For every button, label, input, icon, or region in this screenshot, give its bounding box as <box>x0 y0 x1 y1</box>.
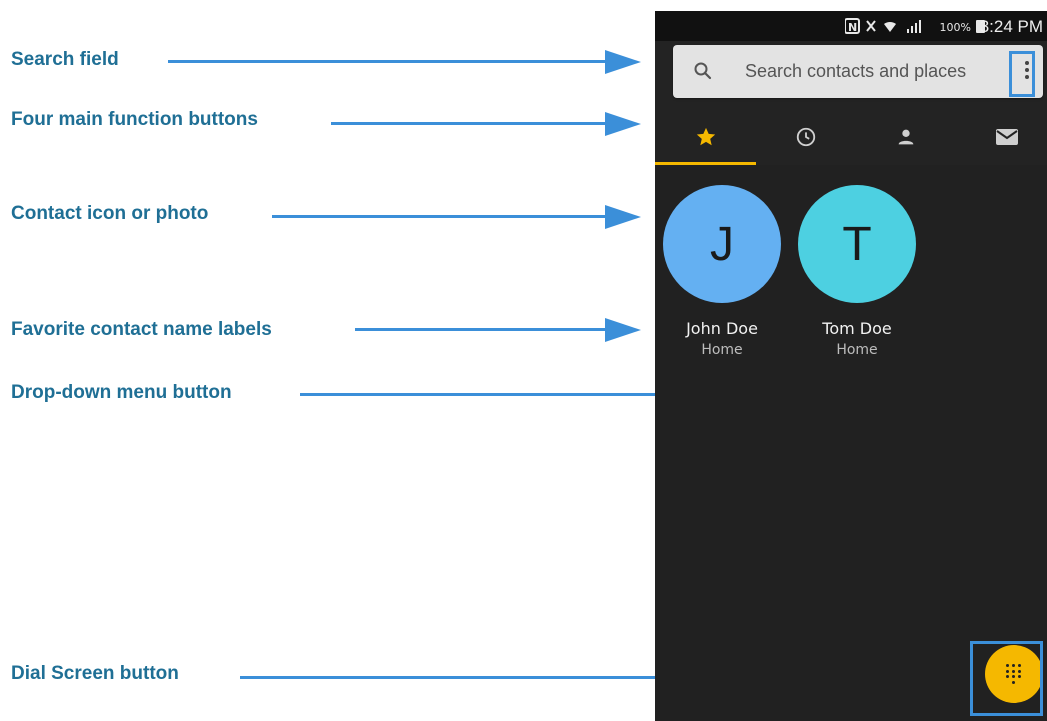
person-icon <box>898 129 914 145</box>
contact-name: Tom Doe <box>822 319 892 338</box>
mail-icon <box>996 129 1018 145</box>
contact-label: Home <box>701 342 743 358</box>
contact-label: Home <box>836 342 878 358</box>
callout-search-field: Search field <box>11 49 119 70</box>
tab-favorites[interactable] <box>655 111 755 165</box>
favorites-list: J John Doe Home T Tom Doe Home <box>655 165 1047 721</box>
status-icons: N <box>844 18 955 38</box>
contact-name: John Doe <box>686 319 758 338</box>
callout-arrow-contact <box>605 205 641 229</box>
callout-dropdown-menu: Drop-down menu button <box>11 382 232 403</box>
callout-arrow-functions <box>605 112 641 136</box>
phone-screen: N 100% 3:24 PM Search contacts and place… <box>655 11 1047 721</box>
status-bar: N 100% 3:24 PM <box>655 11 1047 41</box>
contact-avatar[interactable]: J <box>663 185 781 303</box>
tab-contacts[interactable] <box>855 111 955 165</box>
clock-icon <box>796 127 816 147</box>
search-icon[interactable] <box>693 61 713 81</box>
status-time: 3:24 PM <box>979 17 1043 36</box>
callout-line-functions <box>331 122 608 125</box>
favorite-contact-john[interactable]: J John Doe Home <box>663 185 781 358</box>
contact-avatar[interactable]: T <box>798 185 916 303</box>
callout-name-labels: Favorite contact name labels <box>11 319 272 340</box>
callout-line-names <box>355 328 608 331</box>
callout-function-buttons: Four main function buttons <box>11 109 258 130</box>
function-tabs <box>655 111 1047 165</box>
search-field[interactable]: Search contacts and places <box>673 45 1043 98</box>
callout-contact-icon: Contact icon or photo <box>11 203 209 224</box>
search-placeholder[interactable]: Search contacts and places <box>745 61 966 82</box>
favorite-contact-tom[interactable]: T Tom Doe Home <box>798 185 916 358</box>
callout-arrow-names <box>605 318 641 342</box>
callout-arrow-search <box>605 50 641 74</box>
callout-dial-screen: Dial Screen button <box>11 663 179 684</box>
status-signal-icons: N <box>844 18 921 34</box>
battery-percent: 100% <box>939 21 971 34</box>
star-icon <box>696 127 716 146</box>
callout-line-contact <box>272 215 608 218</box>
svg-text:N: N <box>848 21 859 34</box>
menu-highlight-box <box>1009 51 1035 97</box>
tab-recents[interactable] <box>755 111 855 165</box>
callout-line-search <box>168 60 608 63</box>
tab-voicemail[interactable] <box>955 111 1047 165</box>
dial-button-highlight-box <box>970 641 1043 716</box>
